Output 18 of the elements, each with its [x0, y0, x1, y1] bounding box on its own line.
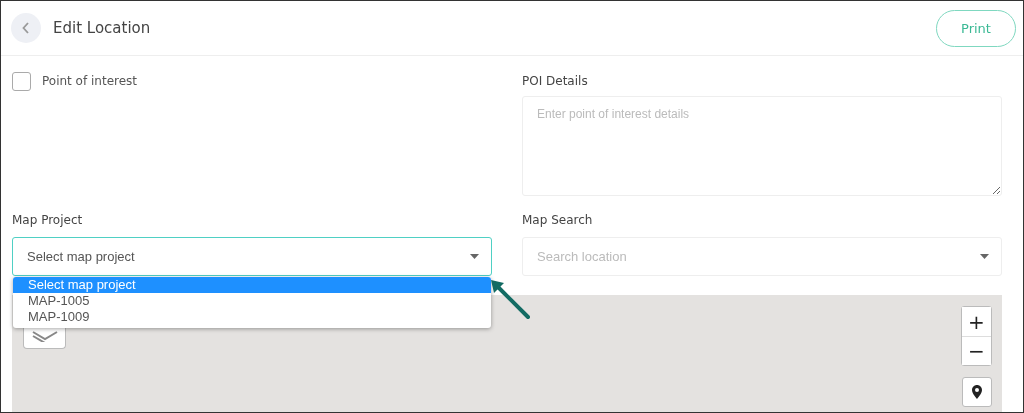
field-label: Map Search	[522, 212, 594, 229]
caret-icon	[980, 254, 989, 259]
poi-details-field[interactable]: Enter point of interest details	[522, 96, 1002, 196]
dropdown-option[interactable]: MAP-1005	[13, 293, 491, 309]
annotation-arrow-drawing	[491, 280, 530, 319]
field-label: POI Details	[522, 73, 589, 90]
dropdown-option[interactable]: MAP-1009	[13, 309, 491, 325]
caret-icon	[470, 254, 479, 259]
page-title: Edit Location	[53, 19, 152, 37]
field-label: Map Project	[12, 212, 84, 229]
map-project-select[interactable]: Select map project	[12, 237, 492, 276]
map-pin-icon	[972, 385, 982, 399]
zoom-out-button[interactable]: −	[962, 336, 991, 365]
back-button[interactable]	[11, 13, 41, 43]
checkbox[interactable]	[12, 71, 31, 91]
checkbox-label: Point of interest	[42, 74, 138, 88]
location-button[interactable]	[962, 377, 992, 407]
chevron-left-icon	[22, 22, 30, 34]
